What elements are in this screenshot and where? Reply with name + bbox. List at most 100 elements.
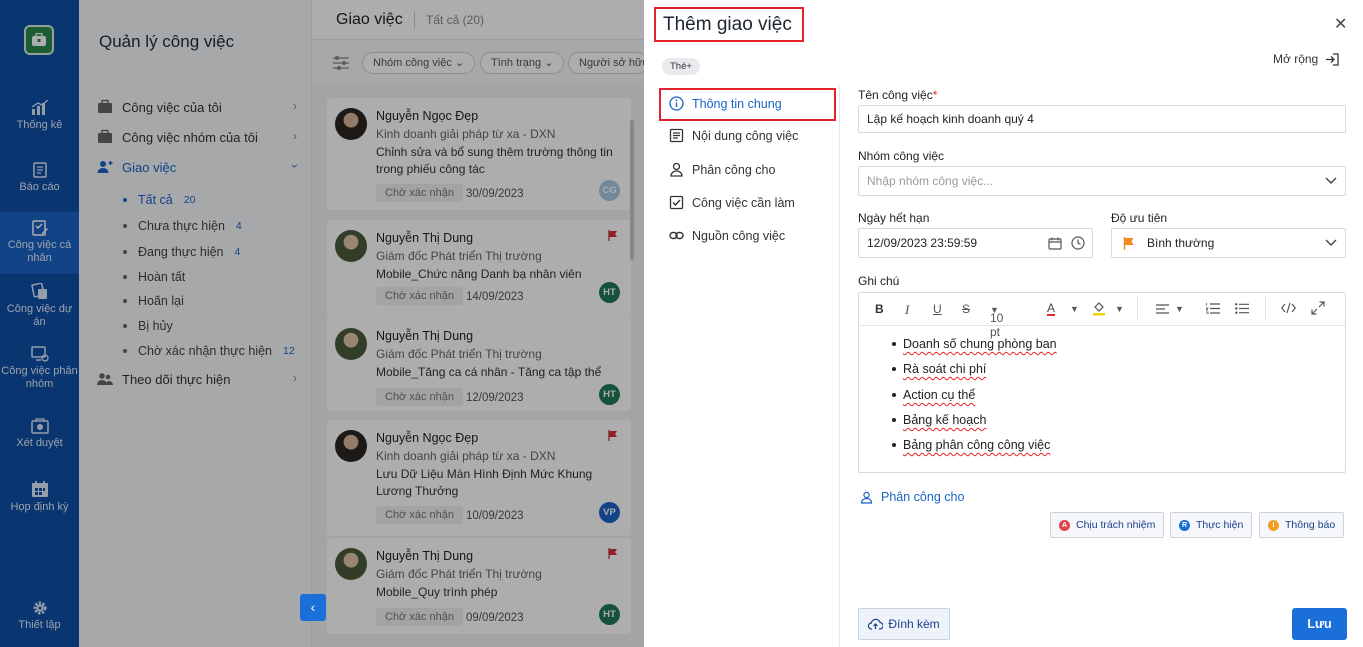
task-card[interactable]: Nguyễn Thị Dung Giám đốc Phát triển Thị …: [327, 318, 631, 411]
task-date: 12/09/2023: [466, 392, 524, 404]
divider: [414, 12, 415, 29]
assign-label: Phân công cho: [881, 490, 965, 504]
subitem-count: 20: [183, 194, 196, 206]
bold-button[interactable]: B: [875, 302, 884, 316]
task-group-select[interactable]: Nhập nhóm công việc...: [858, 166, 1346, 196]
save-button[interactable]: Lưu: [1292, 608, 1347, 640]
sidebar-subitem-all[interactable]: Tất cả 20: [123, 193, 195, 207]
italic-button[interactable]: I: [905, 302, 909, 318]
nav-label: Xét duyệt: [16, 437, 63, 449]
flag-icon: [608, 230, 617, 241]
required-marker: *: [932, 88, 938, 102]
task-date: 30/09/2023: [466, 188, 524, 200]
link-icon: [669, 231, 684, 240]
nav-reports[interactable]: Báo cáo: [0, 162, 79, 194]
filter-owner[interactable]: Người sở hữu: [568, 52, 648, 74]
nav-personal-tasks[interactable]: Công việc cá nhân: [0, 212, 79, 274]
sidebar-subitem-cancelled[interactable]: Bị hủy: [123, 319, 173, 333]
role-notify-button[interactable]: I Thông báo: [1259, 512, 1345, 538]
task-card[interactable]: Nguyễn Thị Dung Giám đốc Phát triển Thị …: [327, 220, 631, 318]
task-name-input[interactable]: Lập kế hoạch kinh doanh quý 4: [858, 105, 1346, 133]
nav-settings[interactable]: Thiết lập: [0, 600, 79, 632]
sidebar-item-my-group-tasks[interactable]: Công việc nhóm của tôi ›: [97, 127, 297, 147]
role-label: Thực hiện: [1196, 519, 1244, 531]
note-bullet: Rà soát chi phí: [892, 362, 986, 376]
add-tag-button[interactable]: Thẻ+: [662, 58, 700, 75]
priority-select[interactable]: Bình thường: [1111, 228, 1346, 258]
font-color-button[interactable]: A: [1047, 302, 1056, 316]
nav-meetings[interactable]: Họp định kỳ: [0, 480, 79, 514]
collapse-panel-button[interactable]: ‹: [300, 594, 326, 621]
sidebar-subitem-in-progress[interactable]: Đang thực hiện 4: [123, 245, 240, 259]
avatar: [335, 230, 367, 262]
calendar-icon[interactable]: [1048, 237, 1062, 250]
chevron-right-icon: ›: [293, 371, 297, 385]
ordered-list-button[interactable]: [1205, 303, 1220, 317]
section-task-content[interactable]: Nội dung công việc: [669, 128, 798, 143]
nav-approve[interactable]: Xét duyệt: [0, 418, 79, 450]
task-card[interactable]: Nguyễn Ngọc Đẹp Kinh doanh giải pháp từ …: [327, 98, 631, 210]
bullet-list-button[interactable]: [1235, 303, 1249, 317]
subitem-label: Bị hủy: [138, 319, 173, 333]
sidebar-item-assign[interactable]: Giao việc ›: [97, 157, 302, 177]
filter-label: Người sở hữu: [579, 57, 648, 69]
sidebar-subitem-postponed[interactable]: Hoãn lại: [123, 294, 184, 308]
priority-label: Độ ưu tiên: [1111, 211, 1168, 225]
sidebar: Quản lý công việc Công việc của tôi › Cô…: [79, 0, 312, 647]
owner-initials: HT: [599, 384, 620, 405]
expand-button[interactable]: Mở rộng: [1273, 52, 1339, 66]
section-assign-to[interactable]: Phân công cho: [669, 162, 775, 177]
due-date-input[interactable]: 12/09/2023 23:59:59: [858, 228, 1093, 258]
subitem-label: Chưa thực hiện: [138, 219, 225, 233]
list-scrollbar[interactable]: [630, 120, 634, 260]
align-button[interactable]: [1156, 303, 1169, 317]
task-description: Mobile_Quy trình phép: [376, 585, 498, 599]
task-card[interactable]: Nguyễn Ngọc Đẹp Kinh doanh giải pháp từ …: [327, 420, 631, 536]
sidebar-subitem-not-started[interactable]: Chưa thực hiện 4: [123, 219, 242, 233]
close-icon[interactable]: ✕: [1334, 14, 1347, 34]
caret-down-icon[interactable]: ▼: [1175, 304, 1184, 314]
nav-label: Công việc dự án: [6, 303, 73, 328]
ordered-list-icon: [1205, 303, 1220, 315]
paint-bucket-icon: [1093, 302, 1105, 316]
caret-down-icon[interactable]: ▼: [1070, 304, 1079, 314]
sidebar-item-follow[interactable]: Theo dõi thực hiện ›: [97, 369, 297, 389]
list-header: Giao việc Tất cả (20): [312, 0, 644, 40]
clock-icon[interactable]: [1071, 236, 1085, 250]
chevron-down-icon: [1325, 177, 1337, 184]
divider: [839, 86, 840, 647]
filter-status[interactable]: Tình trạng ⌄: [480, 52, 565, 74]
sidebar-item-my-tasks[interactable]: Công việc của tôi ›: [97, 97, 297, 117]
underline-button[interactable]: U: [933, 302, 942, 316]
bullet-dot: [123, 275, 127, 279]
users-icon: [97, 373, 113, 385]
strikethrough-button[interactable]: S: [962, 302, 970, 316]
nav-group-tasks[interactable]: Công việc phân nhóm: [0, 346, 79, 391]
nav-statistics[interactable]: Thống kê: [0, 100, 79, 132]
section-general-info[interactable]: Thông tin chung: [669, 96, 782, 111]
status-badge: Chờ xác nhận: [376, 287, 463, 305]
role-badge: I: [1268, 519, 1279, 531]
filter-settings-icon[interactable]: [332, 55, 350, 71]
role-performer-button[interactable]: R Thực hiện: [1170, 512, 1253, 538]
sidebar-subitem-done[interactable]: Hoàn tất: [123, 270, 185, 284]
highlight-color-button[interactable]: [1092, 300, 1106, 319]
sidebar-subitem-pending-confirm[interactable]: Chờ xác nhận thực hiện 12: [123, 344, 295, 358]
app-logo[interactable]: [24, 25, 54, 55]
bullet-dot: [123, 250, 127, 254]
filter-task-group[interactable]: Nhóm công việc ⌄: [362, 52, 476, 74]
note-bullet: Doanh số chung phòng ban: [892, 337, 1057, 351]
attach-button[interactable]: Đính kèm: [858, 608, 950, 640]
note-editor[interactable]: B I U S 10 pt ▼ A ▼ ▼ ▼ Doanh số chung p…: [858, 292, 1346, 473]
nav-project-tasks[interactable]: Công việc dự án: [0, 283, 79, 329]
task-list-panel: Giao việc Tất cả (20) Nhóm công việc ⌄ T…: [312, 0, 648, 647]
task-card[interactable]: Nguyễn Thị Dung Giám đốc Phát triển Thị …: [327, 538, 631, 634]
font-size-select[interactable]: 10 pt ▼: [990, 302, 1003, 339]
section-todo[interactable]: Công việc cần làm: [669, 195, 795, 210]
fullscreen-button[interactable]: [1311, 301, 1325, 318]
assignee-name: Nguyễn Ngọc Đẹp: [376, 109, 479, 123]
role-responsible-button[interactable]: A Chịu trách nhiệm: [1050, 512, 1165, 538]
caret-down-icon[interactable]: ▼: [1115, 304, 1124, 314]
section-task-source[interactable]: Nguồn công việc: [669, 228, 785, 243]
code-view-button[interactable]: [1281, 302, 1296, 317]
